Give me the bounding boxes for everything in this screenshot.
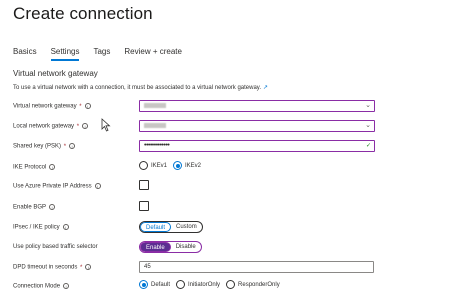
private-ip-checkbox[interactable] xyxy=(139,180,149,190)
policy-selector-row: Use policy based traffic selector Enable… xyxy=(13,241,383,255)
info-icon[interactable]: i xyxy=(49,164,56,170)
radio-circle-selected xyxy=(173,161,183,170)
radio-circle-selected xyxy=(139,280,148,289)
ipsec-policy-toggle: Default Custom xyxy=(139,221,203,233)
private-ip-label: Use Azure Private IP Address i xyxy=(13,183,101,190)
dpd-timeout-value: 45 xyxy=(144,264,151,270)
info-icon[interactable]: i xyxy=(63,283,70,289)
redacted-value xyxy=(144,102,166,108)
radio-label: ResponderOnly xyxy=(238,281,280,288)
radio-circle xyxy=(226,280,236,289)
radio-ikev1[interactable]: IKEv1 xyxy=(139,161,167,170)
more-options-icon[interactable]: ··· xyxy=(120,7,134,19)
tab-review-create[interactable]: Review + create xyxy=(124,47,182,59)
radio-responder-only[interactable]: ResponderOnly xyxy=(226,280,280,289)
radio-label: IKEv1 xyxy=(151,162,168,169)
info-icon[interactable]: i xyxy=(69,143,76,149)
ike-protocol-label-text: IKE Protocol xyxy=(13,164,47,171)
info-icon[interactable]: i xyxy=(84,103,91,109)
info-icon[interactable]: i xyxy=(94,183,101,189)
shared-key-value: ••••••••••••• xyxy=(144,142,170,149)
connection-mode-row: Connection Mode i Default InitiatorOnly R… xyxy=(13,280,383,294)
ipsec-policy-row: IPsec / IKE policy i Default Custom xyxy=(13,221,383,235)
ike-protocol-row: IKE Protocol i IKEv1 IKEv2 xyxy=(13,161,383,175)
external-link-icon[interactable]: ↗ xyxy=(263,85,268,91)
required-marker: * xyxy=(63,143,67,150)
dpd-timeout-label-text: DPD timeout in seconds xyxy=(13,264,78,271)
radio-circle xyxy=(139,161,148,170)
private-ip-row: Use Azure Private IP Address i xyxy=(13,180,383,194)
tab-tags[interactable]: Tags xyxy=(93,47,110,59)
ipsec-custom-option[interactable]: Custom xyxy=(171,222,202,232)
dpd-timeout-row: DPD timeout in seconds * i 45 xyxy=(13,261,383,275)
policy-enable-option[interactable]: Enable xyxy=(140,242,171,252)
radio-initiator-only[interactable]: InitiatorOnly xyxy=(176,280,220,289)
section-intro: To use a virtual network with a connecti… xyxy=(13,84,268,91)
bgp-checkbox[interactable] xyxy=(139,201,149,211)
connection-mode-label: Connection Mode i xyxy=(13,283,70,290)
shared-key-label-text: Shared key (PSK) xyxy=(13,143,62,150)
vnet-gateway-row: Virtual network gateway * i ⌄ xyxy=(13,100,383,114)
radio-ikev2[interactable]: IKEv2 xyxy=(173,161,201,170)
shared-key-label: Shared key (PSK) * i xyxy=(13,143,76,150)
ike-protocol-label: IKE Protocol i xyxy=(13,164,56,171)
local-gateway-dropdown[interactable]: ⌄ xyxy=(139,120,375,132)
policy-disable-option[interactable]: Disable xyxy=(171,242,201,252)
redacted-value xyxy=(144,122,166,128)
vnet-gateway-label-text: Virtual network gateway xyxy=(13,103,77,110)
shared-key-input[interactable]: ••••••••••••• ✓ xyxy=(139,140,375,152)
radio-label: IKEv2 xyxy=(185,162,202,169)
policy-selector-label: Use policy based traffic selector xyxy=(13,244,98,250)
checkmark-icon: ✓ xyxy=(365,143,371,149)
radio-circle xyxy=(176,280,186,289)
shared-key-row: Shared key (PSK) * i ••••••••••••• ✓ xyxy=(13,140,383,154)
tab-settings[interactable]: Settings xyxy=(50,47,79,61)
local-gateway-label: Local network gateway * i xyxy=(13,123,89,130)
radio-label: InitiatorOnly xyxy=(188,281,221,288)
dpd-timeout-input[interactable]: 45 xyxy=(139,261,374,273)
bgp-label-text: Enable BGP xyxy=(13,204,47,211)
policy-selector-toggle: Enable Disable xyxy=(139,241,202,253)
tab-bar: Basics Settings Tags Review + create xyxy=(13,47,196,61)
ike-protocol-radio-group: IKEv1 IKEv2 xyxy=(139,161,207,170)
vnet-gateway-dropdown[interactable]: ⌄ xyxy=(139,100,375,112)
info-icon[interactable]: i xyxy=(82,123,89,129)
local-gateway-row: Local network gateway * i ⌄ xyxy=(13,120,383,134)
private-ip-label-text: Use Azure Private IP Address xyxy=(13,183,92,190)
info-icon[interactable]: i xyxy=(62,224,69,230)
radio-label: Default xyxy=(151,281,171,288)
bgp-row: Enable BGP i xyxy=(13,201,383,215)
mouse-cursor-icon xyxy=(101,118,111,132)
required-marker: * xyxy=(76,123,80,130)
connection-mode-radio-group: Default InitiatorOnly ResponderOnly xyxy=(139,280,286,289)
policy-selector-label-text: Use policy based traffic selector xyxy=(13,244,98,250)
dpd-timeout-label: DPD timeout in seconds * i xyxy=(13,264,92,271)
vnet-gateway-label: Virtual network gateway * i xyxy=(13,103,91,110)
bgp-label: Enable BGP i xyxy=(13,204,56,211)
ipsec-default-option[interactable]: Default xyxy=(140,222,172,232)
radio-default[interactable]: Default xyxy=(139,280,170,289)
ipsec-policy-label-text: IPsec / IKE policy xyxy=(13,224,60,231)
section-title: Virtual network gateway xyxy=(13,69,98,78)
connection-mode-label-text: Connection Mode xyxy=(13,283,61,290)
section-intro-text: To use a virtual network with a connecti… xyxy=(13,85,262,91)
info-icon[interactable]: i xyxy=(85,264,92,270)
local-gateway-label-text: Local network gateway xyxy=(13,123,75,130)
tab-basics[interactable]: Basics xyxy=(13,47,37,59)
required-marker: * xyxy=(79,103,82,110)
required-marker: * xyxy=(80,264,83,271)
chevron-down-icon: ⌄ xyxy=(365,102,371,109)
info-icon[interactable]: i xyxy=(49,204,56,210)
ipsec-policy-label: IPsec / IKE policy i xyxy=(13,224,69,231)
chevron-down-icon: ⌄ xyxy=(365,122,371,129)
